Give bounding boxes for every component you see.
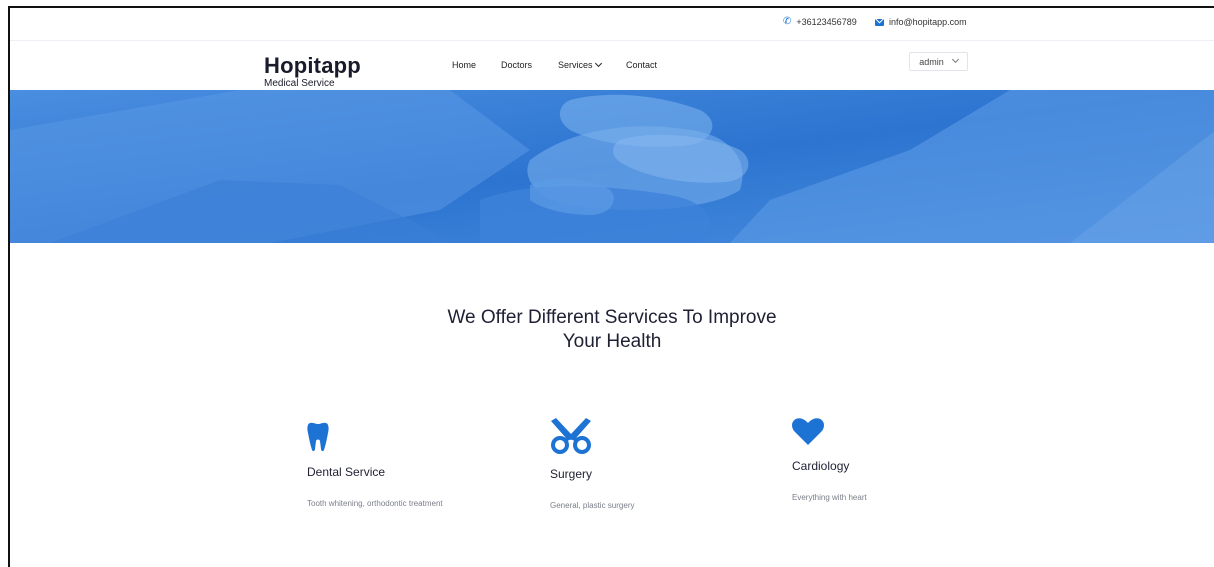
page-frame: ✆ +36123456789 info@hopitapp.com Hopitap… <box>8 6 1214 567</box>
services-heading-line2: Your Health <box>562 331 662 352</box>
scissors-icon <box>551 418 591 454</box>
nav-services[interactable]: Services <box>558 59 602 70</box>
envelope-icon <box>875 18 884 26</box>
main-navbar: Hopitapp Medical Service Home Doctors Se… <box>10 41 1214 90</box>
brand-subtitle: Medical Service <box>264 78 335 89</box>
brand-logo[interactable]: Hopitapp Medical Service <box>264 55 361 90</box>
nav-doctors[interactable]: Doctors <box>501 60 532 70</box>
phone-icon: ✆ <box>783 16 792 27</box>
hero-banner <box>10 90 1214 243</box>
phone-contact[interactable]: ✆ +36123456789 <box>783 16 857 28</box>
services-heading: We Offer Different Services To Improve Y… <box>10 306 1214 354</box>
nav-home[interactable]: Home <box>452 60 476 70</box>
service-name-dental: Dental Service <box>307 465 386 479</box>
stacked-hands-image <box>10 90 1214 243</box>
user-name: admin <box>919 56 944 67</box>
services-heading-line1: We Offer Different Services To Improve <box>447 307 777 328</box>
user-menu-dropdown[interactable]: admin <box>909 52 968 71</box>
nav-contact[interactable]: Contact <box>626 60 657 70</box>
brand-title: Hopitapp <box>264 53 361 78</box>
tooth-icon <box>307 422 329 452</box>
email-address: info@hopitapp.com <box>889 17 967 27</box>
chevron-down-icon <box>951 55 959 64</box>
phone-number: +36123456789 <box>796 17 857 27</box>
service-card-dental[interactable]: Dental Service Tooth whitening, orthodon… <box>307 422 443 508</box>
heart-icon <box>792 418 824 445</box>
chevron-down-icon <box>594 59 602 68</box>
service-card-surgery[interactable]: Surgery General, plastic surgery <box>550 418 634 510</box>
service-name-cardiology: Cardiology <box>792 459 850 473</box>
service-card-cardiology[interactable]: Cardiology Everything with heart <box>792 418 867 502</box>
email-contact[interactable]: info@hopitapp.com <box>875 17 967 27</box>
service-desc-dental: Tooth whitening, orthodontic treatment <box>307 499 443 508</box>
service-desc-surgery: General, plastic surgery <box>550 501 635 510</box>
nav-services-label: Services <box>558 60 593 70</box>
service-name-surgery: Surgery <box>550 467 593 481</box>
top-contact-bar: ✆ +36123456789 info@hopitapp.com <box>10 8 1214 41</box>
service-desc-cardiology: Everything with heart <box>792 493 867 502</box>
